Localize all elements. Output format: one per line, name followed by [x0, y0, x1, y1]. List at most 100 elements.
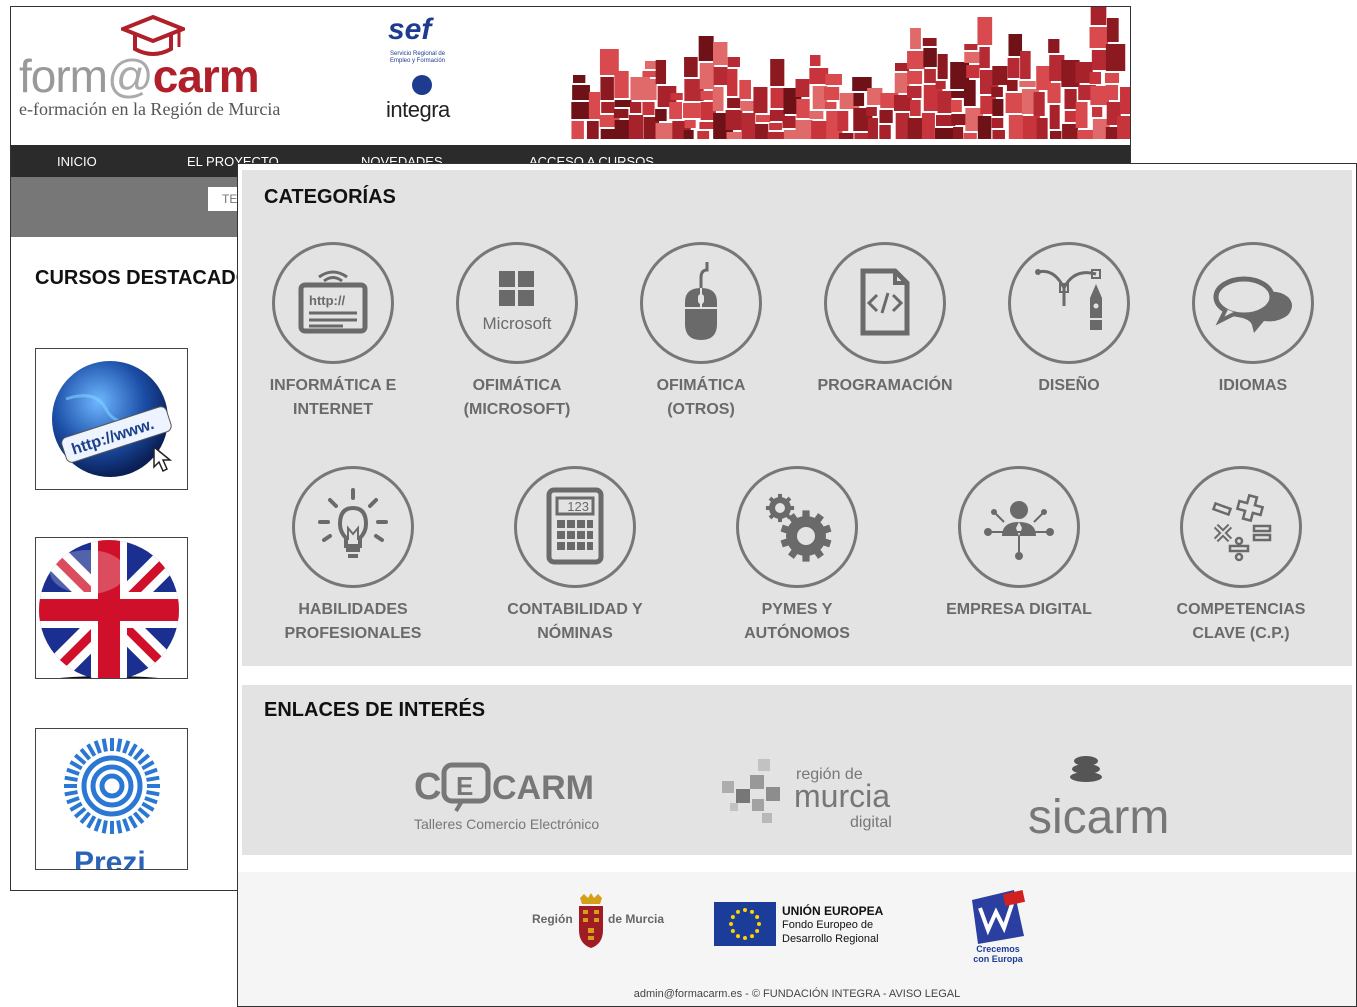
- prezi-ray: [137, 806, 151, 819]
- sef-integra-logos[interactable]: sef Servicio Regional de Empleo y Formac…: [386, 13, 466, 133]
- prezi-ray: [93, 740, 102, 754]
- prezi-ray: [116, 820, 123, 834]
- eu-flag-icon: [714, 902, 776, 946]
- eu-star: [743, 936, 747, 940]
- category-diseno-label: DISEÑO: [984, 374, 1154, 398]
- category-label-line1: COMPETENCIAS: [1176, 601, 1306, 618]
- prezi-ray: [66, 796, 80, 805]
- mosaic-tile: [571, 121, 584, 139]
- mosaic-tile: [977, 17, 993, 45]
- mosaic-tile: [740, 101, 755, 111]
- nav-inicio[interactable]: INICIO: [57, 154, 97, 169]
- prezi-ray: [127, 815, 138, 829]
- category-habilidades[interactable]: HABILIDADES PROFESIONALES: [268, 466, 438, 646]
- category-informatica[interactable]: http:// INFORMÁTICA E INTERNET: [248, 242, 418, 422]
- prezi-ray: [141, 801, 155, 812]
- mosaic-tile: [670, 93, 683, 100]
- mosaic-tile: [1048, 39, 1060, 53]
- mosaic-tile: [571, 102, 591, 119]
- mosaic-tile: [894, 63, 910, 71]
- mosaic-tile: [1047, 83, 1061, 103]
- gears-icon: [765, 493, 832, 562]
- union-europea-logo[interactable]: UNIÓN EUROPEA Fondo Europeo de Desarroll…: [714, 902, 904, 950]
- calculator-icon: 123: [546, 487, 604, 565]
- mosaic-tile: [866, 107, 877, 116]
- course-thumb-prezi[interactable]: Prezi: [35, 728, 188, 870]
- uk-flag-icon: [39, 540, 179, 678]
- page-footer: Región de Murcia UNIÓN EUROPEA Fondo Eur…: [238, 872, 1356, 1006]
- mosaic-tile: [811, 121, 828, 139]
- category-contabilidad-circle: 123: [514, 466, 636, 588]
- eu-star: [750, 909, 754, 914]
- prezi-ray: [144, 767, 158, 776]
- mosaic-tile: [684, 120, 696, 128]
- logo-carm-text: carm: [152, 50, 260, 102]
- category-contabilidad[interactable]: 123 CONTABILIDAD Y NÓMINAS: [490, 466, 660, 646]
- course-thumb-english[interactable]: [35, 537, 188, 679]
- crecemos-europa-logo[interactable]: Crecemos con Europa: [966, 886, 1030, 964]
- category-ofimatica-otros[interactable]: OFIMÁTICA (OTROS): [616, 242, 786, 422]
- mosaic-tile: [1120, 87, 1130, 114]
- cursos-destacados-title: CURSOS DESTACADOS: [35, 267, 265, 289]
- eu-star: [729, 922, 733, 926]
- mosaic-tile: [992, 66, 1008, 85]
- category-diseno[interactable]: DISEÑO: [984, 242, 1154, 398]
- category-label-line1: CONTABILIDAD Y: [507, 601, 643, 618]
- mosaic-tile: [697, 131, 710, 139]
- mosaic-tile: [699, 122, 714, 129]
- cecarm-link[interactable]: C E CARM Talleres Comercio Electrónico: [412, 751, 612, 839]
- cecarm-main-text: CARM: [492, 769, 594, 807]
- category-pymes-label: PYMES Y AUTÓNOMOS: [712, 598, 882, 646]
- category-programacion[interactable]: PROGRAMACIÓN: [800, 242, 970, 398]
- mosaic-tile: [1077, 130, 1094, 139]
- mosaic-tile: [1019, 81, 1036, 87]
- category-label-line2: CLAVE (C.P.): [1192, 625, 1290, 642]
- region-right-text: de Murcia: [608, 912, 665, 926]
- mosaic-tile: [907, 86, 922, 98]
- mosaic-tile: [895, 113, 910, 139]
- category-pymes[interactable]: PYMES Y AUTÓNOMOS: [712, 466, 882, 646]
- murcia-digital-link[interactable]: región de murcia digital: [722, 751, 902, 841]
- mosaic-tile: [614, 100, 632, 107]
- category-label-line1: PYMES Y: [761, 601, 833, 618]
- category-competencias[interactable]: COMPETENCIAS CLAVE (C.P.): [1156, 466, 1326, 646]
- cecarm-sub-text: Talleres Comercio Electrónico: [414, 816, 599, 832]
- eu-star: [755, 929, 760, 933]
- mosaic-tile: [601, 102, 615, 113]
- mosaic-tile: [964, 44, 978, 50]
- mosaic-tile: [614, 71, 629, 98]
- course-thumb-internet[interactable]: http://www.: [35, 348, 188, 490]
- formacarm-logo[interactable]: form@carm e-formación en la Región de Mu…: [19, 14, 319, 129]
- prezi-ray: [66, 767, 80, 776]
- mosaic-tile: [725, 110, 743, 130]
- mosaic-tile: [809, 111, 824, 119]
- mosaic-tile: [699, 63, 715, 89]
- mosaic-tile: [910, 100, 921, 116]
- prezi-ray: [101, 820, 108, 834]
- lightbulb-icon: [318, 488, 388, 558]
- mosaic-tile: [669, 102, 683, 119]
- mosaic-tile: [796, 99, 810, 118]
- sicarm-link[interactable]: sicarm: [1022, 747, 1182, 844]
- category-empresa-digital[interactable]: EMPRESA DIGITAL: [934, 466, 1104, 622]
- footer-copyright[interactable]: admin@formacarm.es - © FUNDACIÓN INTEGRA…: [238, 988, 1356, 1000]
- category-label-line2: NÓMINAS: [537, 625, 613, 642]
- prezi-ray: [93, 818, 102, 832]
- mosaic-tile: [809, 55, 821, 66]
- prezi-text: Prezi: [74, 846, 146, 870]
- category-label-line1: INFORMÁTICA E: [269, 377, 397, 394]
- mosaic-tile: [1006, 80, 1018, 91]
- eu-star: [730, 929, 735, 933]
- prezi-ray: [137, 753, 151, 766]
- mosaic-tile: [755, 124, 769, 139]
- mosaic-tile: [727, 69, 738, 96]
- eu-star: [730, 915, 735, 919]
- category-ofimatica-microsoft[interactable]: Microsoft OFIMÁTICA (MICROSOFT): [432, 242, 602, 422]
- mosaic-tile: [951, 114, 968, 125]
- category-idiomas[interactable]: IDIOMAS: [1168, 242, 1338, 398]
- mosaic-tile: [1089, 72, 1102, 84]
- mosaic-tile: [952, 127, 964, 139]
- categorias-section: CATEGORÍAS http:// INFORMÁTICA E INTERNET: [242, 170, 1352, 666]
- pen-tool-icon: [1035, 269, 1102, 330]
- region-murcia-logo[interactable]: Región de Murcia: [528, 892, 668, 952]
